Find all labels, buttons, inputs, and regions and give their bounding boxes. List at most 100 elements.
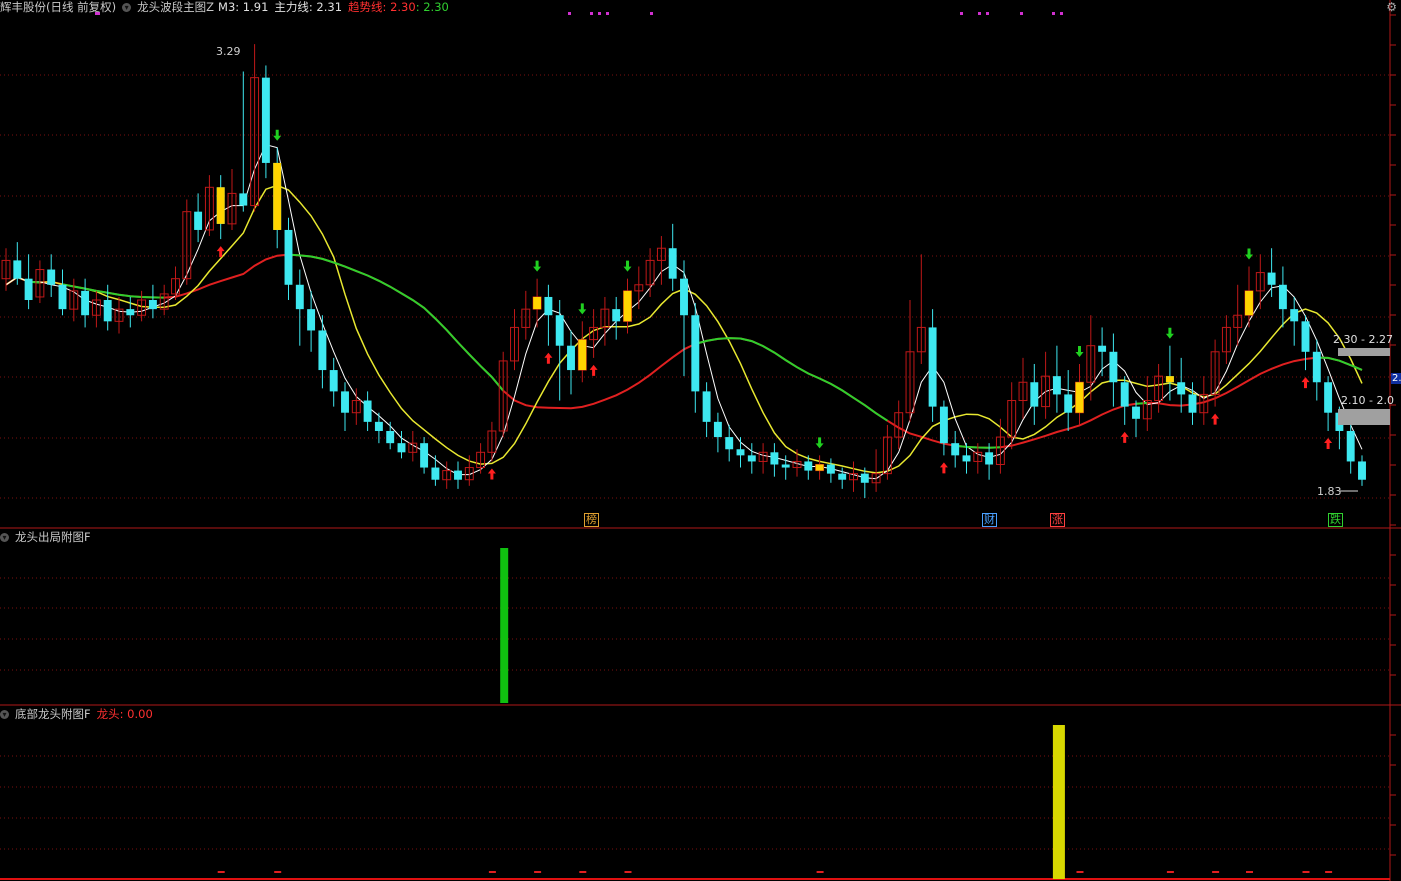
- sub2-signal-tick: [1076, 871, 1084, 873]
- candle-body-down: [1064, 394, 1073, 413]
- sub2-signal-tick: [488, 871, 496, 873]
- candle-body-down: [194, 211, 203, 230]
- candle-body-down: [951, 443, 960, 456]
- trend-line-value: : 2.30: [415, 0, 449, 14]
- candle-body-down: [284, 229, 293, 285]
- buy-arrow: [487, 468, 496, 480]
- sub2-signal-tick: [1302, 871, 1310, 873]
- candle-body-down: [770, 452, 779, 465]
- candle-body-down: [318, 330, 327, 371]
- right-axis-tick: 2.: [1391, 373, 1401, 384]
- buy-arrow: [589, 364, 598, 376]
- top-marker: [590, 12, 593, 15]
- sub1-menu-icon[interactable]: ▾: [0, 533, 9, 542]
- ma-green-segment: [288, 253, 504, 392]
- top-marker: [606, 12, 609, 15]
- top-marker: [1020, 12, 1023, 15]
- candle-body-down: [668, 248, 677, 279]
- candle-body-down: [307, 309, 316, 331]
- top-marker: [978, 12, 981, 15]
- indicator-menu-icon[interactable]: ▾: [122, 3, 132, 12]
- sub2-signal-tick: [1325, 871, 1333, 873]
- buy-arrow: [1120, 431, 1129, 443]
- candlesticks: [1, 44, 1366, 498]
- event-tag-bang[interactable]: 榜: [584, 513, 599, 527]
- candle-body-down: [1132, 406, 1140, 419]
- sub2-header: ▾ 底部龙头附图F 龙头: 0.00: [0, 707, 159, 721]
- candle-body-down: [386, 430, 395, 444]
- sub2-signal-tick: [816, 871, 824, 873]
- candle-body-down: [1120, 382, 1129, 407]
- candle-body-down: [126, 309, 135, 316]
- top-marker: [598, 12, 601, 15]
- candle-body-down: [1052, 376, 1061, 395]
- candle-body-down: [148, 300, 157, 310]
- buy-arrow: [1301, 377, 1310, 389]
- main-line-value: 主力线: 2.31: [274, 0, 343, 14]
- upper-zone-box: [1338, 348, 1390, 356]
- candle-body-down: [329, 370, 338, 392]
- buy-arrow: [544, 352, 553, 364]
- candle-body-down: [804, 461, 813, 471]
- highlight-candle: [1165, 376, 1174, 383]
- candle-body-down: [939, 406, 948, 444]
- top-marker: [986, 12, 989, 15]
- sub2-menu-icon[interactable]: ▾: [0, 710, 9, 719]
- candle-body-down: [261, 77, 270, 163]
- sub-chart-bars: [217, 548, 1333, 879]
- sell-arrow: [815, 437, 824, 449]
- candle-body-down: [680, 278, 688, 316]
- ma-green-segment: [1135, 402, 1148, 405]
- candle-body-down: [341, 391, 349, 413]
- candle-body-down: [1188, 394, 1197, 413]
- candle-body-down: [420, 443, 429, 468]
- candle-body-down: [374, 421, 383, 431]
- candle-body-down: [781, 464, 790, 468]
- candle-body-down: [1109, 351, 1118, 383]
- kline-chart[interactable]: [0, 0, 1401, 881]
- sub1-exit-bar: [500, 548, 509, 703]
- top-marker: [650, 12, 653, 15]
- sell-arrow: [578, 303, 587, 315]
- buy-arrow: [1324, 437, 1333, 449]
- candle-body-down: [860, 473, 869, 483]
- sell-arrow: [1075, 345, 1084, 357]
- highlight-candle: [623, 290, 632, 322]
- ma-green-segment: [695, 337, 888, 422]
- candle-body-down: [544, 296, 553, 316]
- stock-title[interactable]: 辉丰股份(日线 前复权): [0, 0, 116, 14]
- sub2-title[interactable]: 底部龙头附图F: [15, 707, 91, 721]
- settings-gear-icon[interactable]: ⚙: [1386, 0, 1397, 14]
- indicator-name[interactable]: 龙头波段主图Z: [137, 0, 214, 14]
- top-marker: [568, 12, 571, 15]
- candle-body-down: [1098, 345, 1107, 352]
- event-tag-die[interactable]: 跌: [1328, 513, 1343, 527]
- candle-body-down: [295, 284, 304, 310]
- buy-arrow: [1211, 413, 1220, 425]
- trend-line-label: 趋势线: 2.30: [348, 0, 416, 14]
- candle-body-down: [454, 470, 462, 480]
- highlight-candle: [533, 296, 542, 310]
- sell-arrow: [1165, 327, 1174, 339]
- candle-body-down: [962, 455, 971, 462]
- candle-body-down: [1278, 284, 1287, 310]
- candle-body-down: [1267, 272, 1276, 285]
- ma-green-segment: [1316, 356, 1363, 371]
- candle-body-down: [691, 315, 700, 392]
- candle-body-down: [431, 467, 440, 480]
- sub1-header: ▾ 龙头出局附图F: [0, 530, 97, 544]
- candle-body-down: [58, 284, 67, 310]
- sub2-bottom-bar: [1052, 725, 1065, 879]
- highlight-candle: [1245, 290, 1253, 316]
- candle-body-down: [81, 290, 90, 316]
- main-chart-header: 辉丰股份(日线 前复权) ▾ 龙头波段主图Z M3: 1.91 主力线: 2.31 趋势线…: [0, 0, 455, 14]
- sub2-signal-tick: [579, 871, 587, 873]
- sub2-signal-tick: [1212, 871, 1220, 873]
- candle-body-down: [555, 315, 564, 346]
- event-tag-zhang[interactable]: 涨: [1050, 513, 1065, 527]
- highlight-candle: [1075, 382, 1084, 413]
- sub1-title[interactable]: 龙头出局附图F: [15, 530, 91, 544]
- candle-body-down: [363, 400, 372, 422]
- lower-zone-label: 2.10 - 2.0: [1341, 394, 1394, 407]
- event-tag-cai[interactable]: 财: [982, 513, 997, 527]
